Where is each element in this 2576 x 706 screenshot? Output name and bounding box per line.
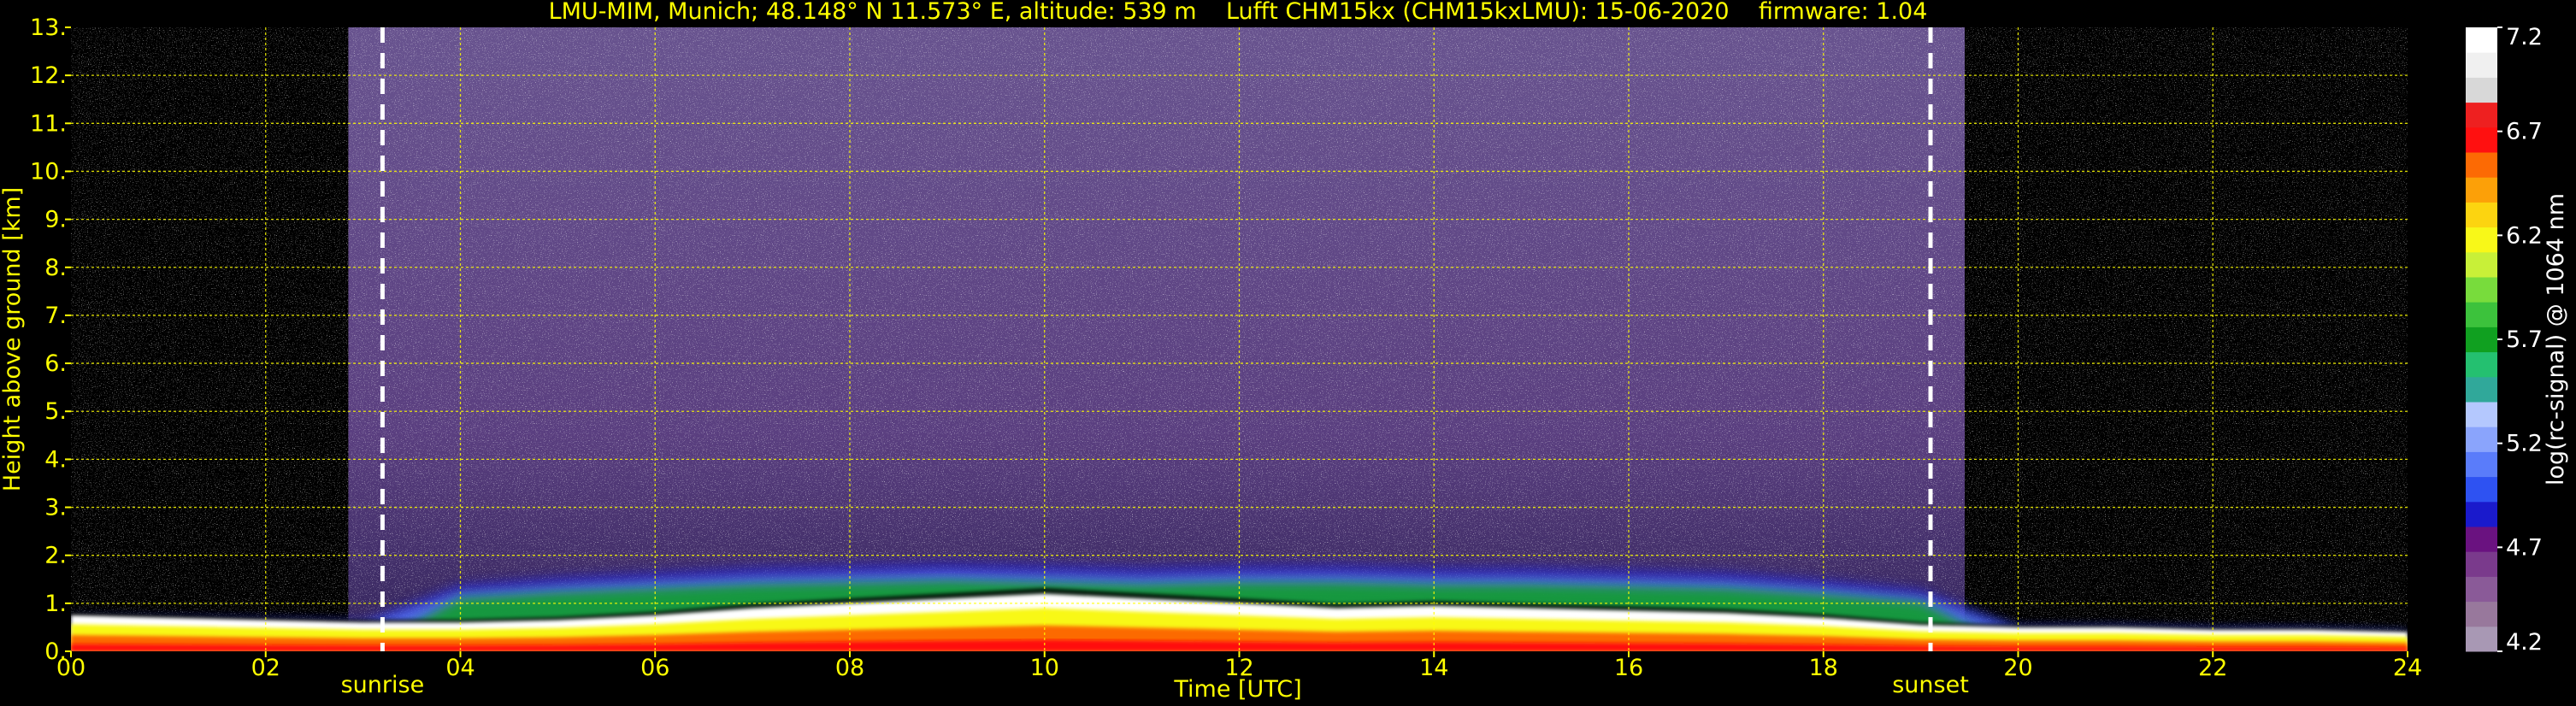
colorbar-segment-5 — [2466, 501, 2497, 527]
colorbar-segment-10 — [2466, 376, 2497, 403]
colorbar-tick-label-5: 6.7 — [2506, 119, 2543, 145]
y-tick-label-1: 1. — [44, 591, 67, 617]
colorbar-segment-3 — [2466, 551, 2497, 577]
x-tick-label-5: 10 — [1030, 655, 1059, 681]
colorbar-segment-0 — [2466, 626, 2497, 652]
y-tick-label-12: 12. — [30, 62, 67, 89]
colorbar-tick-label-0: 4.2 — [2506, 629, 2543, 656]
colorbar-segment-14 — [2466, 277, 2497, 303]
colorbar-segment-8 — [2466, 427, 2497, 452]
sunrise-label: sunrise — [341, 672, 425, 698]
colorbar-tick-label-4: 6.2 — [2506, 222, 2543, 249]
colorbar-segment-16 — [2466, 227, 2497, 253]
colorbar-segment-17 — [2466, 202, 2497, 228]
sunset-label: sunset — [1892, 672, 1969, 698]
x-tick-label-10: 20 — [2003, 655, 2032, 681]
chart-title: LMU-MIM, Munich; 48.148° N 11.573° E, al… — [549, 0, 1928, 25]
y-tick-label-4: 4. — [44, 446, 67, 473]
colorbar-label: log(rc-signal) @ 1064 nm — [2543, 193, 2569, 485]
y-tick-label-3: 3. — [44, 495, 67, 521]
y-tick-label-10: 10. — [30, 158, 67, 185]
colorbar-segment-24 — [2466, 27, 2497, 53]
y-tick-label-9: 9. — [44, 207, 67, 233]
colorbar-segment-19 — [2466, 152, 2497, 178]
colorbar-segment-20 — [2466, 126, 2497, 153]
x-tick-label-11: 22 — [2198, 655, 2227, 681]
colorbar-segment-18 — [2466, 177, 2497, 203]
colorbar-segment-1 — [2466, 601, 2497, 627]
colorbar-segment-23 — [2466, 52, 2497, 78]
y-tick-label-7: 7. — [44, 303, 67, 329]
colorbar-segment-13 — [2466, 302, 2497, 327]
x-tick-label-12: 24 — [2393, 655, 2422, 681]
y-tick-label-11: 11. — [30, 110, 67, 137]
colorbar-tick-label-6: 7.2 — [2506, 24, 2543, 50]
y-tick-label-0: 0. — [44, 638, 67, 665]
x-tick-label-9: 18 — [1809, 655, 1838, 681]
colorbar-segment-6 — [2466, 476, 2497, 503]
colorbar: 4.2 4.7 5.2 5.7 6.2 6.7 7.2 — [2466, 24, 2543, 656]
x-tick-label-1: 02 — [251, 655, 280, 681]
colorbar-tick-label-3: 5.7 — [2506, 327, 2543, 353]
colorbar-segment-21 — [2466, 102, 2497, 128]
colorbar-segment-9 — [2466, 402, 2497, 427]
y-axis-label: Height above ground [km] — [0, 187, 26, 491]
y-axis: 0. 1. 2. 3. 4. 5. 6. 7. 8. 9. 10. 11. 12. 13. — [30, 15, 71, 665]
colorbar-segment-7 — [2466, 451, 2497, 478]
x-tick-label-4: 08 — [835, 655, 864, 681]
y-tick-label-2: 2. — [44, 543, 67, 569]
y-tick-label-5: 5. — [44, 398, 67, 425]
lidar-chart: sunrise sunset 00 02 04 06 08 10 12 14 16 18 20 22 24… — [0, 0, 2569, 703]
x-axis-label: Time [UTC] — [1173, 676, 1301, 703]
colorbar-segment-22 — [2466, 77, 2497, 103]
y-tick-label-13: 13. — [30, 15, 67, 41]
y-tick-label-8: 8. — [44, 255, 67, 281]
colorbar-segment-11 — [2466, 351, 2497, 378]
x-tick-label-3: 06 — [640, 655, 669, 681]
colorbar-segment-15 — [2466, 251, 2497, 278]
x-tick-label-7: 14 — [1419, 655, 1448, 681]
colorbar-segment-4 — [2466, 527, 2497, 552]
colorbar-segment-12 — [2466, 327, 2497, 353]
colorbar-tick-label-2: 5.2 — [2506, 431, 2543, 457]
x-tick-label-8: 16 — [1614, 655, 1643, 681]
colorbar-segment-2 — [2466, 576, 2497, 603]
x-tick-label-2: 04 — [445, 655, 475, 681]
y-tick-label-6: 6. — [44, 350, 67, 377]
colorbar-tick-label-1: 4.7 — [2506, 534, 2543, 561]
